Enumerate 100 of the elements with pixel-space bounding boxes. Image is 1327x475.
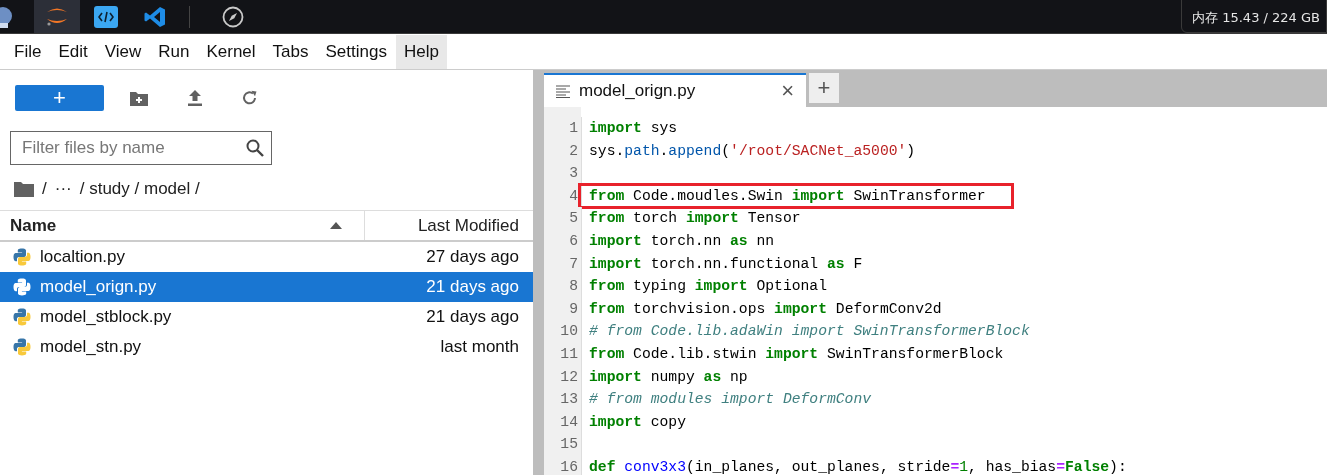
code-text: Code.moudles.Swin: [632, 187, 784, 204]
code-text: Code.lib.stwin: [632, 345, 758, 362]
code-text: torch: [632, 210, 679, 227]
search-icon: [246, 139, 264, 157]
keyword: import: [765, 345, 819, 362]
menu-item[interactable]: File: [6, 34, 50, 69]
filter-field[interactable]: Filter files by name: [10, 131, 272, 165]
file-row[interactable]: model_stblock.py 21 days ago: [0, 302, 533, 332]
menu-item[interactable]: Kernel: [198, 34, 264, 69]
code-text: sys: [649, 120, 678, 136]
file-name: model_stblock.py: [40, 307, 173, 327]
number-literal: 1: [959, 458, 969, 475]
keyword: import: [791, 187, 845, 204]
python-icon: [13, 278, 31, 296]
close-tab-button[interactable]: ×: [781, 78, 794, 104]
python-icon: [13, 308, 31, 326]
keyword: from: [589, 300, 625, 317]
compass-icon: [222, 5, 244, 28]
code-text: ): [906, 142, 916, 159]
tab-title: model_orign.py: [579, 81, 697, 101]
column-label: Name: [10, 215, 57, 236]
keyword: import: [589, 232, 642, 249]
keyword: from: [589, 187, 625, 204]
vscode-style-icon: [144, 5, 166, 28]
modified-time: 21 days ago: [426, 307, 519, 327]
keyword: import: [589, 413, 642, 430]
file-name: localtion.py: [40, 247, 127, 267]
python-icon: [13, 248, 31, 266]
refresh-icon[interactable]: [242, 90, 258, 106]
code-text: Tensor: [746, 210, 801, 227]
code-text: torch.nn.functional: [649, 255, 820, 272]
code-icon: [94, 5, 118, 28]
code-text: (: [721, 142, 731, 159]
new-folder-icon[interactable]: [130, 90, 148, 106]
menu-item[interactable]: Settings: [317, 34, 395, 69]
keyword: import: [685, 210, 739, 227]
function-name: conv3x3: [623, 458, 686, 475]
keyword: False: [1065, 458, 1110, 475]
breadcrumb-item[interactable]: /: [42, 179, 47, 199]
menu-item[interactable]: Edit: [50, 34, 96, 69]
code-text: , has_bias: [968, 458, 1057, 475]
modified-time: 27 days ago: [426, 247, 519, 267]
modified-time: 21 days ago: [426, 277, 519, 297]
code-text: typing: [632, 278, 687, 295]
operator: =: [1056, 458, 1065, 475]
modified-time: last month: [440, 337, 519, 357]
keyword: as: [827, 255, 845, 272]
code-text: numpy: [649, 368, 696, 385]
file-row[interactable]: model_stn.py last month: [0, 332, 533, 362]
memory-usage: 内存 15.43 / 224 GB: [1192, 10, 1320, 25]
keyword: import: [589, 255, 642, 272]
code-text: torchvision.ops: [632, 300, 767, 317]
keyword: import: [589, 368, 642, 385]
code-text: F: [852, 255, 863, 272]
folder-icon[interactable]: [14, 181, 34, 197]
add-tab-button[interactable]: +: [809, 73, 839, 103]
keyword: import: [589, 120, 642, 136]
keyword: from: [589, 210, 625, 227]
code-text: copy: [649, 413, 686, 430]
menu-item[interactable]: Tabs: [264, 34, 317, 69]
upload-icon[interactable]: [188, 90, 202, 106]
keyword: def: [589, 458, 616, 475]
file-name: model_stn.py: [40, 337, 143, 357]
menu-item[interactable]: Help: [395, 34, 447, 69]
column-label: Last Modified: [417, 215, 519, 236]
code-text: np: [729, 368, 748, 385]
operator: =: [950, 458, 960, 475]
code-comment: # from Code.lib.adaWin import SwinTransformerBlock: [589, 323, 1030, 340]
keyword: import: [694, 278, 748, 295]
breadcrumb-item[interactable]: / study / model /: [79, 179, 200, 199]
code-text: torch.nn: [649, 232, 723, 249]
file-row[interactable]: model_orign.py 21 days ago: [0, 272, 533, 302]
keyword: from: [589, 345, 625, 362]
keyword: as: [703, 368, 722, 385]
column-header[interactable]: Last Modified: [365, 211, 533, 240]
column-header[interactable]: Name: [0, 211, 365, 240]
code-text: SwinTransformer: [852, 187, 986, 204]
code-text: Optional: [755, 278, 827, 295]
text-file-icon: [556, 84, 570, 98]
code-text: nn: [755, 232, 775, 249]
keyword: as: [730, 232, 748, 249]
keyword: from: [589, 278, 625, 295]
menu-item[interactable]: Run: [150, 34, 198, 69]
code-text: SwinTransformerBlock: [826, 345, 1004, 362]
code-text: sys.: [589, 142, 625, 159]
code-text: ):: [1109, 458, 1127, 475]
code-comment: # from modules import DeformConv: [589, 391, 872, 408]
code-text: .: [659, 142, 669, 159]
python-icon: [13, 338, 31, 356]
file-row[interactable]: localtion.py 27 days ago: [0, 242, 533, 272]
editor-tab[interactable]: model_orign.py ×: [544, 73, 806, 107]
property-name: path: [624, 142, 660, 159]
keyword: import: [774, 300, 827, 317]
code-text: DeformConv2d: [834, 300, 942, 317]
menu-item[interactable]: View: [96, 34, 150, 69]
string-literal: '/root/SACNet_a5000': [730, 142, 907, 159]
property-name: append: [668, 142, 722, 159]
file-name: model_orign.py: [40, 277, 158, 297]
new-launcher-button[interactable]: +: [15, 85, 104, 111]
breadcrumb-item[interactable]: ···: [54, 179, 72, 199]
